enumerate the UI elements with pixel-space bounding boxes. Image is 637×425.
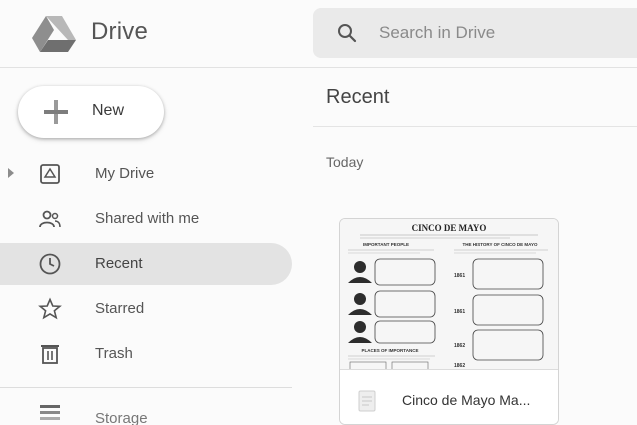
storage-icon: [40, 405, 60, 420]
sidebar-item-label: Trash: [95, 345, 133, 362]
clock-icon: [39, 253, 61, 275]
drive-logo-icon[interactable]: [32, 16, 76, 52]
search-input[interactable]: [379, 20, 619, 46]
file-card-footer: Cinco de Mayo Ma...: [340, 369, 558, 424]
thumb-heading: THE HISTORY OF CINCO DE MAYO: [462, 242, 538, 247]
new-button[interactable]: New: [18, 86, 164, 138]
my-drive-icon: [40, 164, 60, 184]
trash-icon: [41, 345, 59, 364]
thumb-heading: IMPORTANT PEOPLE: [363, 242, 409, 247]
sidebar-item-my-drive[interactable]: My Drive: [0, 153, 292, 195]
new-button-label: New: [92, 102, 125, 119]
plus-icon: [44, 100, 68, 124]
thumb-year: 1861: [454, 309, 465, 315]
app-name[interactable]: Drive: [91, 18, 148, 46]
thumb-year: 1862: [454, 343, 465, 349]
sidebar-item-label: Shared with me: [95, 210, 200, 227]
title-divider: [313, 126, 637, 127]
sidebar-item-label: Recent: [95, 255, 143, 272]
sidebar-item-label: My Drive: [95, 165, 155, 182]
expand-caret-icon[interactable]: [8, 168, 14, 178]
sidebar-divider: [0, 387, 292, 388]
star-icon: [38, 297, 62, 320]
app-header: Drive: [0, 0, 637, 68]
sidebar-item-storage[interactable]: Storage: [95, 410, 148, 425]
thumb-heading: PLACES OF IMPORTANCE: [362, 348, 419, 353]
search-icon[interactable]: [337, 23, 357, 43]
worksheet-preview: CINCO DE MAYO IMPORTANT PEOPLE THE HISTO…: [340, 219, 558, 369]
file-thumbnail: CINCO DE MAYO IMPORTANT PEOPLE THE HISTO…: [340, 219, 558, 369]
sidebar-item-starred[interactable]: Starred: [0, 288, 292, 330]
sidebar-item-recent[interactable]: Recent: [0, 243, 292, 285]
file-card[interactable]: CINCO DE MAYO IMPORTANT PEOPLE THE HISTO…: [339, 218, 559, 425]
sidebar-item-trash[interactable]: Trash: [0, 333, 292, 375]
file-name: Cinco de Mayo Ma...: [402, 392, 531, 408]
shared-with-me-icon: [39, 210, 61, 228]
thumb-year: 1861: [454, 273, 465, 279]
sidebar-item-shared-with-me[interactable]: Shared with me: [0, 198, 292, 240]
section-heading-today: Today: [326, 154, 364, 170]
sidebar-item-label: Starred: [95, 300, 145, 317]
document-file-icon: [358, 390, 376, 412]
search-bar[interactable]: [313, 8, 637, 58]
thumb-title: CINCO DE MAYO: [412, 223, 487, 233]
page-title: Recent: [326, 86, 390, 108]
